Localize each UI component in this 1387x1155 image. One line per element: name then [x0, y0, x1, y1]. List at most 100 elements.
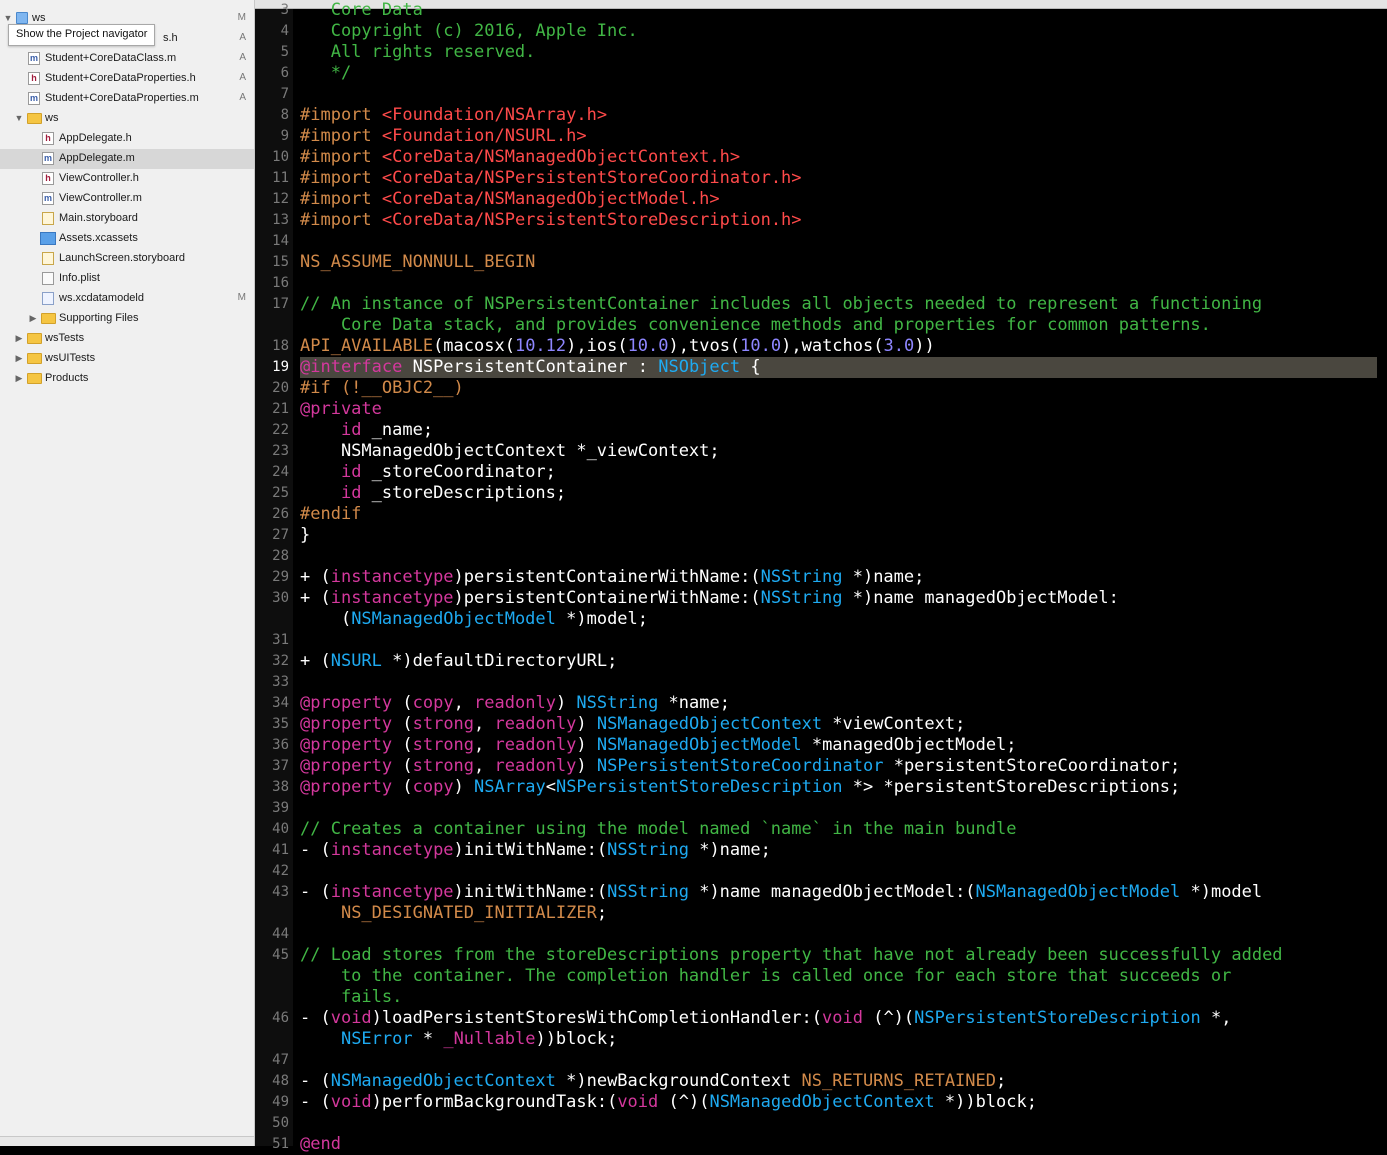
navigator-item[interactable]: LaunchScreen.storyboard	[0, 249, 254, 269]
code-text: - (void)performBackgroundTask:(void (^)(…	[300, 1092, 1037, 1113]
code-token: (	[392, 756, 413, 776]
line-number: 41	[272, 842, 289, 858]
code-token: NS_DESIGNATED_INITIALIZER	[340, 903, 597, 923]
line-number: 39	[272, 800, 289, 816]
code-text: // Load stores from the storeDescription…	[300, 945, 1283, 966]
navigator-item[interactable]: h ViewController.h	[0, 169, 254, 189]
code-token: NSError	[340, 1029, 413, 1049]
navigator-item[interactable]: Assets.xcassets	[0, 229, 254, 249]
code-token: to the container. The completion handler…	[300, 966, 1232, 986]
navigator-item-label: Assets.xcassets	[59, 232, 138, 244]
navigator-item-label: ViewController.h	[59, 172, 139, 184]
disclosure-expanded-icon[interactable]: ▼	[14, 113, 24, 123]
navigator-item[interactable]: m Student+CoreDataProperties.m A	[0, 89, 254, 109]
code-token: *name;	[658, 693, 730, 713]
navigator-item-label: ws.xcdatamodeld	[59, 292, 144, 304]
code-token: NSManagedObjectContext *_viewContext;	[300, 441, 720, 461]
code-token: *)defaultDirectoryURL;	[381, 651, 618, 671]
code-token: {	[740, 357, 761, 377]
code-token: #import	[300, 105, 382, 125]
code-token: NSManagedObjectModel	[975, 882, 1181, 902]
code-token: - (	[300, 1008, 331, 1028]
code-token: *)name;	[842, 567, 925, 587]
code-token: NS_RETURNS_RETAINED	[801, 1071, 996, 1091]
code-token: )persistentContainerWithName:(	[453, 588, 761, 608]
navigator-item[interactable]: ▼ ws	[0, 109, 254, 129]
navigator-item[interactable]: m Student+CoreDataClass.m A	[0, 49, 254, 69]
navigator-item[interactable]: ▶ Products	[0, 369, 254, 389]
source-editor[interactable]: 3 Core Data 4 Copyright (c) 2016, Apple I…	[272, 0, 1387, 1154]
disclosure-collapsed-icon[interactable]: ▶	[28, 313, 38, 323]
navigator-item-label: Main.storyboard	[59, 212, 138, 224]
line-number: 8	[280, 107, 289, 123]
line-number: 23	[272, 443, 289, 459]
disclosure-collapsed-icon[interactable]: ▶	[14, 353, 24, 363]
line-number: 30	[272, 590, 289, 606]
code-token: <	[545, 777, 556, 797]
header-file-icon: h	[28, 72, 40, 85]
disclosure-expanded-icon[interactable]: ▼	[3, 13, 13, 23]
line-number: 24	[272, 464, 289, 480]
code-token: readonly	[474, 693, 556, 713]
code-token: - (	[300, 882, 331, 902]
navigator-item[interactable]: ▶ wsTests	[0, 329, 254, 349]
navigator-item[interactable]: ▶ wsUITests	[0, 349, 254, 369]
code-token: NSURL	[330, 651, 382, 671]
line-number: 13	[272, 212, 289, 228]
navigator-filter-bar[interactable]	[0, 1136, 254, 1146]
code-token: *)name managedObjectModel:	[842, 588, 1119, 608]
folder-icon	[27, 353, 42, 364]
code-token: *)model	[1180, 882, 1263, 902]
disclosure-collapsed-icon[interactable]: ▶	[14, 333, 24, 343]
folder-icon	[41, 313, 56, 324]
code-text: to the container. The completion handler…	[300, 966, 1231, 987]
line-number: 19	[272, 359, 289, 375]
code-token: _name;	[361, 420, 434, 440]
code-token: ))block;	[535, 1029, 618, 1049]
code-token: ),tvos(	[668, 336, 741, 356]
navigator-item-label: Student+CoreDataClass.m	[45, 52, 177, 64]
code-text: #import <CoreData/NSManagedObjectContext…	[300, 147, 740, 168]
code-token: NSObject	[658, 357, 741, 377]
scm-status-badge: A	[239, 52, 246, 63]
code-text: #endif	[300, 504, 361, 525]
code-text: fails.	[300, 987, 402, 1008]
navigator-item[interactable]: m ViewController.m	[0, 189, 254, 209]
code-text: @private	[300, 399, 382, 420]
navigator-item[interactable]: ▶ Supporting Files	[0, 309, 254, 329]
code-token: *persistentStoreCoordinator;	[883, 756, 1181, 776]
line-number: 18	[272, 338, 289, 354]
navigator-item[interactable]: h AppDelegate.h	[0, 129, 254, 149]
line-number: 6	[280, 65, 289, 81]
jump-bar[interactable]	[255, 0, 1387, 9]
disclosure-collapsed-icon[interactable]: ▶	[14, 373, 24, 383]
code-token: *)newBackgroundContext	[555, 1071, 802, 1091]
code-token: - (	[300, 1071, 331, 1091]
code-token: copy	[412, 777, 454, 797]
line-number: 25	[272, 485, 289, 501]
navigator-item-label: AppDelegate.h	[59, 132, 132, 144]
code-token: *	[412, 1029, 444, 1049]
line-number: 14	[272, 233, 289, 249]
navigator-item[interactable]: ws.xcdatamodeld M	[0, 289, 254, 309]
navigator-item[interactable]: Info.plist	[0, 269, 254, 289]
navigator-item[interactable]: Main.storyboard	[0, 209, 254, 229]
line-number: 12	[272, 191, 289, 207]
code-token: )initWithName:(	[453, 882, 608, 902]
code-token: NSString	[607, 840, 689, 860]
code-token: )persistentContainerWithName:(	[453, 567, 761, 587]
navigator-item[interactable]: h Student+CoreDataProperties.h A	[0, 69, 254, 89]
line-number: 47	[272, 1052, 289, 1068]
code-text: id _storeDescriptions;	[300, 483, 566, 504]
code-text: @property (copy, readonly) NSString *nam…	[300, 693, 730, 714]
code-token: + (	[300, 651, 331, 671]
line-number: 42	[272, 863, 289, 879]
code-token: *viewContext;	[822, 714, 966, 734]
line-number: 38	[272, 779, 289, 795]
code-token: All rights reserved.	[300, 42, 536, 62]
code-token: @property	[300, 735, 393, 755]
code-text: id _name;	[300, 420, 433, 441]
code-token: @private	[300, 399, 382, 419]
code-token: + (	[300, 567, 331, 587]
navigator-item[interactable]: m AppDelegate.m	[0, 149, 254, 169]
